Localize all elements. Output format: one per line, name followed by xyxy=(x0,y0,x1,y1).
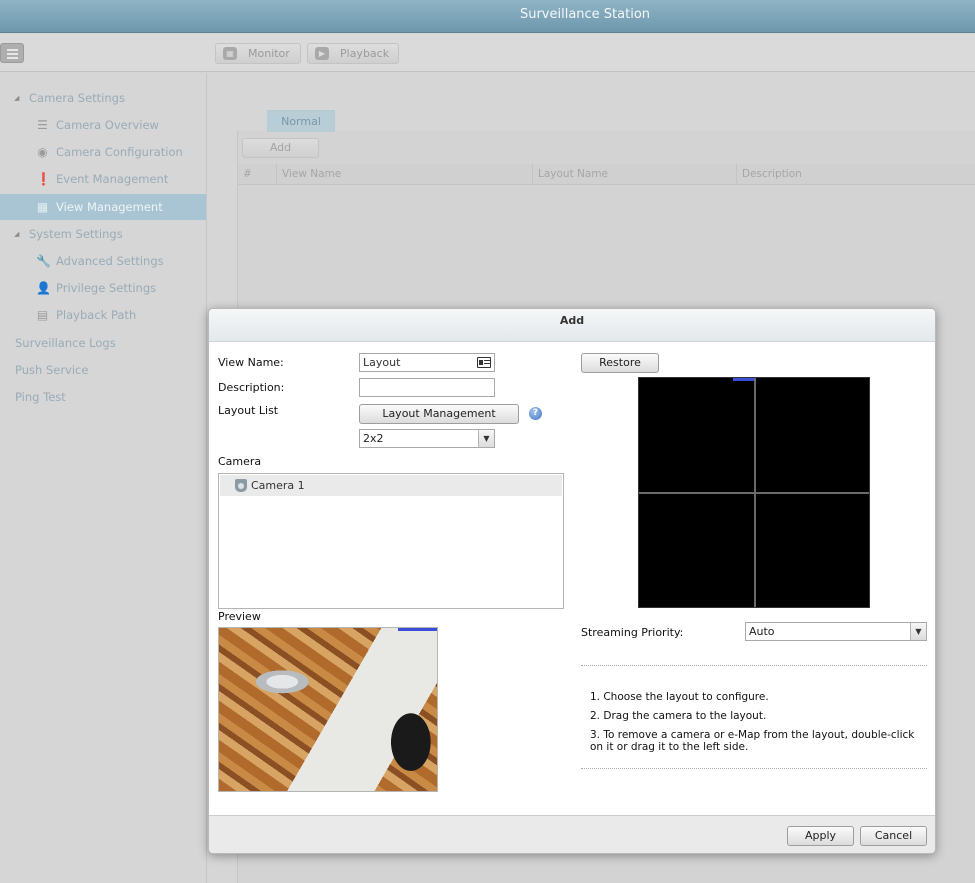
sidebar-group-system-settings[interactable]: ◢ System Settings xyxy=(0,221,206,247)
sidebar-item-label: Playback Path xyxy=(56,308,137,322)
divider xyxy=(581,665,927,666)
folder-icon: ▤ xyxy=(36,308,49,322)
sidebar-group-label: Camera Settings xyxy=(29,91,125,105)
sidebar-item-camera-overview[interactable]: ☰ Camera Overview xyxy=(0,112,206,138)
layout-cell[interactable] xyxy=(756,494,869,607)
tab-normal[interactable]: Normal xyxy=(267,110,335,132)
sidebar-item-advanced-settings[interactable]: 🔧 Advanced Settings xyxy=(0,248,206,274)
sidebar-group-camera-settings[interactable]: ◢ Camera Settings xyxy=(0,85,206,111)
playback-button[interactable]: ▶ Playback xyxy=(307,43,399,64)
sidebar-item-label: Camera Overview xyxy=(56,118,159,132)
column-header-description[interactable]: Description xyxy=(736,164,975,185)
collapse-triangle-icon: ◢ xyxy=(14,94,20,102)
camera-label: Camera xyxy=(218,455,262,468)
layout-grid xyxy=(638,377,870,608)
sidebar-item-label: View Management xyxy=(56,200,163,214)
camera-icon: ◉ xyxy=(37,145,48,159)
view-name-label: View Name: xyxy=(218,356,284,369)
sidebar-item-label: Surveillance Logs xyxy=(15,336,116,350)
streaming-priority-value: Auto xyxy=(749,625,775,638)
layout-cell[interactable] xyxy=(639,378,754,492)
collapse-triangle-icon: ◢ xyxy=(14,230,20,238)
column-header-index[interactable]: # xyxy=(238,164,276,185)
sidebar-item-label: Advanced Settings xyxy=(56,254,164,268)
streaming-priority-select[interactable]: Auto ▼ xyxy=(745,622,927,641)
instruction-1: 1. Choose the layout to configure. xyxy=(590,691,769,703)
view-table-header: # View Name Layout Name Description xyxy=(238,164,975,185)
sidebar-item-view-management[interactable]: ▦ View Management xyxy=(0,194,206,220)
view-name-input[interactable]: Layout xyxy=(359,353,495,372)
list-item[interactable]: Camera 1 xyxy=(220,475,562,496)
camera-preview-image xyxy=(218,627,438,792)
view-name-value: Layout xyxy=(363,356,401,369)
list-icon: ☰ xyxy=(37,118,48,132)
grid-icon: ▦ xyxy=(36,200,49,214)
sidebar-item-push-service[interactable]: Push Service xyxy=(0,357,206,383)
add-view-button[interactable]: Add xyxy=(242,138,319,158)
sidebar-item-ping-test[interactable]: Ping Test xyxy=(0,384,206,410)
chevron-down-icon: ▼ xyxy=(478,430,494,447)
sidebar-item-playback-path[interactable]: ▤ Playback Path xyxy=(0,302,206,328)
layout-cell[interactable] xyxy=(639,494,754,607)
playback-label: Playback xyxy=(340,47,390,60)
dialog-title: Add xyxy=(209,309,935,342)
layout-list-label: Layout List xyxy=(218,404,279,417)
monitor-button[interactable]: ▦ Monitor xyxy=(215,43,301,64)
description-label: Description: xyxy=(218,381,285,394)
instruction-2: 2. Drag the camera to the layout. xyxy=(590,710,767,722)
app-title: Surveillance Station xyxy=(519,7,651,22)
sidebar-item-event-management[interactable]: ❗ Event Management xyxy=(0,166,206,192)
grid-divider xyxy=(639,492,869,494)
camera-item-label: Camera 1 xyxy=(251,479,305,492)
layout-select[interactable]: 2x2 ▼ xyxy=(359,429,495,448)
sidebar-group-label: System Settings xyxy=(29,227,123,241)
preview-label: Preview xyxy=(218,610,261,623)
main-menu-button[interactable] xyxy=(0,43,24,63)
layout-select-value: 2x2 xyxy=(363,432,384,445)
sidebar-item-camera-configuration[interactable]: ◉ Camera Configuration xyxy=(0,139,206,165)
id-card-icon xyxy=(477,357,491,368)
layout-cell[interactable] xyxy=(756,378,869,492)
dialog-footer: Apply Cancel xyxy=(209,815,935,853)
apply-button[interactable]: Apply xyxy=(787,826,854,846)
app-title-bar: Surveillance Station xyxy=(0,0,975,33)
add-view-dialog: Add View Name: Layout Description: Layou… xyxy=(208,308,936,854)
sidebar-item-label: Event Management xyxy=(56,172,169,186)
toolbar: ▦ Monitor ▶ Playback xyxy=(0,34,975,72)
column-header-view-name[interactable]: View Name xyxy=(276,164,532,185)
description-input[interactable] xyxy=(359,378,495,397)
alert-icon: ❗ xyxy=(36,172,51,186)
play-icon: ▶ xyxy=(315,47,329,60)
user-icon: 👤 xyxy=(36,281,51,295)
restore-button[interactable]: Restore xyxy=(581,353,659,373)
monitor-label: Monitor xyxy=(248,47,290,60)
camera-list[interactable]: Camera 1 xyxy=(218,473,564,609)
layout-management-button[interactable]: Layout Management xyxy=(359,404,519,424)
sidebar-item-surveillance-logs[interactable]: Surveillance Logs xyxy=(0,330,206,356)
cancel-button[interactable]: Cancel xyxy=(860,826,927,846)
column-header-layout-name[interactable]: Layout Name xyxy=(532,164,736,185)
camera-icon xyxy=(235,479,247,492)
instruction-3: 3. To remove a camera or e-Map from the … xyxy=(590,729,915,753)
sidebar-item-label: Camera Configuration xyxy=(56,145,183,159)
help-icon[interactable]: ? xyxy=(529,407,542,420)
chevron-down-icon: ▼ xyxy=(910,623,926,640)
sidebar-item-privilege-settings[interactable]: 👤 Privilege Settings xyxy=(0,275,206,301)
monitor-icon: ▦ xyxy=(223,47,237,60)
sidebar-item-label: Privilege Settings xyxy=(56,281,157,295)
sidebar-item-label: Ping Test xyxy=(15,390,66,404)
streaming-priority-label: Streaming Priority: xyxy=(581,626,684,639)
divider xyxy=(581,768,927,769)
wrench-icon: 🔧 xyxy=(36,254,51,268)
sidebar-item-label: Push Service xyxy=(15,363,89,377)
